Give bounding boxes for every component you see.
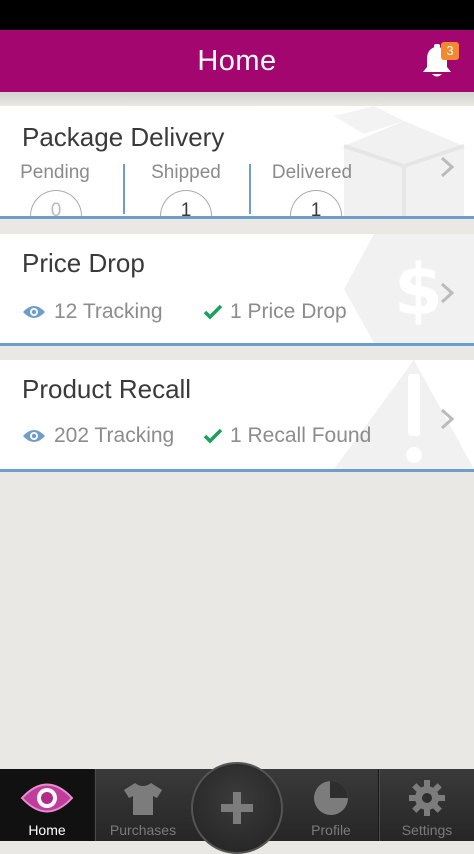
package-delivery-title: Package Delivery xyxy=(22,122,225,152)
price-drop-stat: 1 Price Drop xyxy=(204,300,347,324)
header-shadow xyxy=(0,92,474,106)
svg-text:$: $ xyxy=(394,249,443,331)
recall-found-text: 1 Recall Found xyxy=(230,424,372,447)
status-bar xyxy=(0,0,474,30)
chevron-right-icon xyxy=(440,282,454,304)
column-divider xyxy=(249,164,251,214)
checkmark-icon xyxy=(204,304,222,320)
recall-tracking-text: 202 Tracking xyxy=(54,424,175,447)
tab-settings-label: Settings xyxy=(401,822,453,838)
package-delivery-card[interactable]: Package Delivery Pending Shipped Deliver… xyxy=(0,106,474,219)
delivered-label: Delivered xyxy=(271,162,353,183)
eye-icon xyxy=(23,306,45,318)
price-tracking-text: 12 Tracking xyxy=(54,300,163,323)
recall-found-stat: 1 Recall Found xyxy=(204,424,371,448)
pending-label: Pending xyxy=(20,162,90,183)
pie-chart-icon xyxy=(314,781,348,815)
tab-home[interactable]: Home xyxy=(0,769,94,841)
shipped-count: 1 xyxy=(160,190,212,216)
chevron-right-icon xyxy=(440,408,454,430)
pending-count: 0 xyxy=(30,190,82,216)
gear-icon xyxy=(409,780,445,816)
shipped-label: Shipped xyxy=(151,162,221,183)
price-drop-card[interactable]: $ Price Drop 12 Tracking 1 Price Drop xyxy=(0,234,474,346)
price-tracking-stat: 12 Tracking xyxy=(22,300,163,324)
shirt-icon xyxy=(124,783,162,815)
price-drop-text: 1 Price Drop xyxy=(230,300,347,323)
chevron-right-icon xyxy=(440,156,454,178)
tab-profile[interactable]: Profile xyxy=(284,769,378,841)
tab-home-label: Home xyxy=(28,822,66,838)
notifications-button[interactable]: 3 xyxy=(420,42,459,79)
notification-badge: 3 xyxy=(441,42,459,60)
tab-profile-label: Profile xyxy=(311,822,351,838)
page-title: Home xyxy=(197,44,277,77)
column-divider xyxy=(123,164,125,214)
tab-purchases[interactable]: Purchases xyxy=(96,769,190,841)
tab-settings[interactable]: Settings xyxy=(380,769,474,841)
product-recall-card[interactable]: Product Recall 202 Tracking 1 Recall Fou… xyxy=(0,360,474,472)
recall-tracking-stat: 202 Tracking xyxy=(22,424,174,448)
price-drop-title: Price Drop xyxy=(22,248,145,278)
tab-purchases-label: Purchases xyxy=(109,822,177,838)
add-button[interactable] xyxy=(191,762,283,854)
product-recall-title: Product Recall xyxy=(22,374,192,404)
price-tag-watermark-icon: $ xyxy=(344,234,474,343)
plus-icon xyxy=(221,792,253,824)
checkmark-icon xyxy=(204,428,222,444)
eye-icon xyxy=(20,783,74,813)
eye-icon xyxy=(23,430,45,442)
header-bar: Home 3 xyxy=(0,30,474,92)
